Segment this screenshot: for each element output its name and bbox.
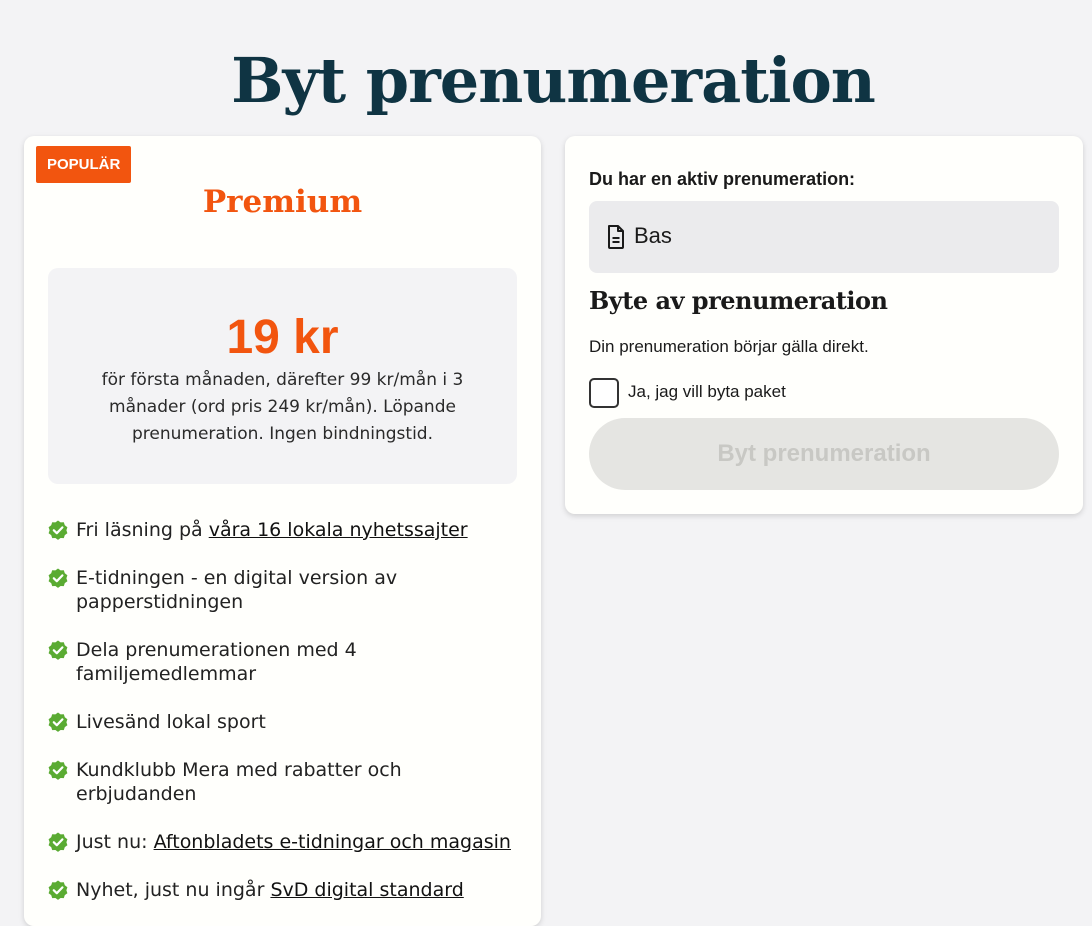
feature-text: E-tidningen - en digital version av papp… xyxy=(76,567,398,613)
premium-offer-card: POPULÄR Premium 19 kr för första månaden… xyxy=(24,136,541,926)
check-badge-icon xyxy=(48,568,68,588)
feature-text: Dela prenumerationen med 4 familjemedlem… xyxy=(76,639,357,685)
active-subscription-label: Du har en aktiv prenumeration: xyxy=(589,169,856,189)
confirm-switch-checkbox[interactable] xyxy=(589,378,619,408)
price-amount: 19 kr xyxy=(226,311,339,364)
feature-item: E-tidningen - en digital version av papp… xyxy=(48,566,518,614)
switch-description: Din prenumeration börjar gälla direkt. xyxy=(589,337,869,356)
check-badge-icon xyxy=(48,760,68,780)
check-badge-icon xyxy=(48,712,68,732)
check-badge-icon xyxy=(48,880,68,900)
confirm-switch-label[interactable]: Ja, jag vill byta paket xyxy=(628,382,786,402)
feature-link[interactable]: SvD digital standard xyxy=(270,879,463,901)
feature-text: Kundklubb Mera med rabatter och erbjudan… xyxy=(76,759,402,805)
popular-badge: POPULÄR xyxy=(36,146,132,183)
page-title: Byt prenumeration xyxy=(231,44,876,117)
switch-heading: Byte av prenumeration xyxy=(589,286,888,315)
switch-subscription-button[interactable]: Byt prenumeration xyxy=(589,418,1059,490)
active-subscription-box: Bas xyxy=(589,201,1059,273)
feature-text: Fri läsning på xyxy=(76,519,209,541)
feature-item: Nyhet, just nu ingår SvD digital standar… xyxy=(48,878,518,902)
switch-subscription-card: Du har en aktiv prenumeration: Bas Byte … xyxy=(565,136,1083,514)
check-badge-icon xyxy=(48,520,68,540)
feature-link[interactable]: Aftonbladets e-tidningar och magasin xyxy=(154,831,511,853)
check-badge-icon xyxy=(48,640,68,660)
feature-item: Dela prenumerationen med 4 familjemedlem… xyxy=(48,638,518,686)
feature-item: Just nu: Aftonbladets e-tidningar och ma… xyxy=(48,830,518,854)
feature-item: Fri läsning på våra 16 lokala nyhetssajt… xyxy=(48,518,518,542)
document-icon xyxy=(608,225,624,249)
feature-item: Kundklubb Mera med rabatter och erbjudan… xyxy=(48,758,518,806)
price-box: 19 kr för första månaden, därefter 99 kr… xyxy=(48,268,517,484)
feature-list: Fri läsning på våra 16 lokala nyhetssajt… xyxy=(48,518,518,926)
feature-text: Just nu: xyxy=(76,831,154,853)
price-description: för första månaden, därefter 99 kr/mån i… xyxy=(101,370,464,444)
feature-item: Livesänd lokal sport xyxy=(48,710,518,734)
feature-link[interactable]: våra 16 lokala nyhetssajter xyxy=(209,519,468,541)
active-plan-name: Bas xyxy=(634,223,672,248)
feature-text: Livesänd lokal sport xyxy=(76,711,266,733)
check-badge-icon xyxy=(48,832,68,852)
plan-name: Premium xyxy=(202,184,363,220)
feature-text: Nyhet, just nu ingår xyxy=(76,879,271,901)
